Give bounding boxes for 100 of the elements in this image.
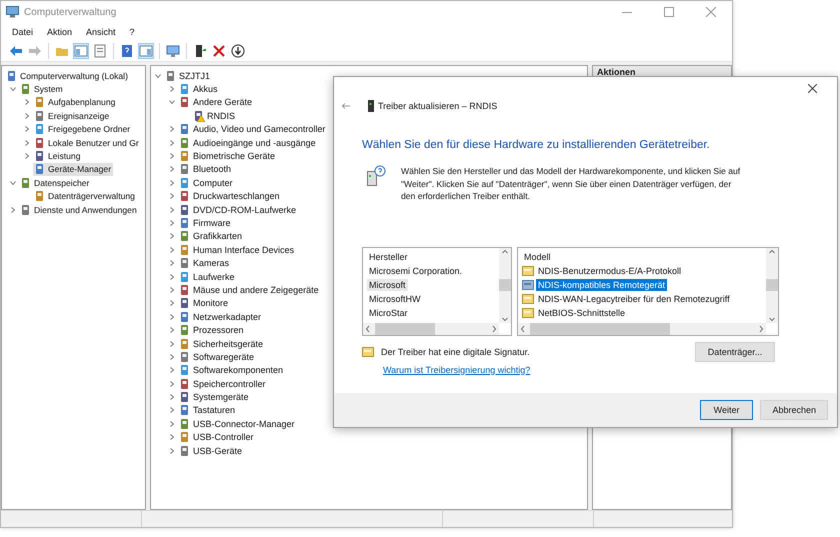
chevron-icon[interactable] bbox=[24, 126, 30, 132]
vertical-scrollbar[interactable] bbox=[766, 248, 778, 322]
scroll-left-icon[interactable] bbox=[520, 324, 526, 332]
vertical-scrollbar[interactable] bbox=[499, 248, 511, 322]
chevron-icon[interactable] bbox=[168, 407, 174, 414]
scroll-down-icon[interactable] bbox=[502, 314, 508, 322]
chevron-icon[interactable] bbox=[168, 327, 174, 334]
tree-item[interactable]: Laufwerke bbox=[178, 270, 237, 284]
list-item[interactable]: MicroStar bbox=[367, 306, 410, 318]
chevron-icon[interactable] bbox=[168, 206, 174, 213]
tree-item[interactable]: Ereignisanzeige bbox=[33, 109, 112, 122]
chevron-icon[interactable] bbox=[168, 180, 174, 186]
menu-item[interactable]: Datei bbox=[7, 26, 38, 38]
close-icon[interactable] bbox=[808, 84, 816, 92]
download-icon[interactable] bbox=[230, 43, 246, 59]
chevron-icon[interactable] bbox=[168, 394, 174, 400]
chevron-icon[interactable] bbox=[10, 180, 16, 186]
tree-item[interactable]: System bbox=[19, 82, 65, 96]
delete-icon[interactable] bbox=[211, 43, 227, 59]
chevron-icon[interactable] bbox=[168, 420, 174, 427]
tree-item[interactable]: Andere Geräte bbox=[178, 96, 254, 109]
menu-item[interactable]: Ansicht bbox=[81, 26, 121, 38]
tree-item[interactable]: Biometrische Geräte bbox=[178, 150, 278, 163]
chevron-icon[interactable] bbox=[168, 193, 174, 200]
horizontal-scrollbar[interactable] bbox=[363, 322, 499, 334]
tree-view-icon[interactable] bbox=[73, 43, 89, 59]
list-item[interactable]: MicrosoftHW bbox=[367, 292, 422, 304]
chevron-icon[interactable] bbox=[168, 286, 174, 293]
tree-item[interactable]: Computer bbox=[178, 176, 235, 190]
chevron-icon[interactable] bbox=[168, 314, 174, 320]
tree-item[interactable]: Softwaregeräte bbox=[178, 350, 256, 364]
chevron-icon[interactable] bbox=[10, 86, 16, 92]
chevron-icon[interactable] bbox=[168, 300, 174, 306]
scroll-left-icon[interactable] bbox=[365, 324, 371, 332]
panel-view-icon[interactable] bbox=[138, 43, 154, 59]
tree-item[interactable]: Aufgabenplanung bbox=[33, 96, 118, 109]
tree-item[interactable]: Audioeingänge und -ausgänge bbox=[178, 136, 318, 150]
dialog-button[interactable]: Abbrechen bbox=[760, 400, 828, 420]
tree-item[interactable]: Kameras bbox=[178, 256, 232, 270]
tree-item[interactable]: Monitore bbox=[178, 296, 230, 310]
chevron-icon[interactable] bbox=[24, 112, 30, 119]
tree-item[interactable]: Computerverwaltung (Lokal) bbox=[5, 69, 130, 82]
list-item[interactable]: NetBIOS-Schnittstelle bbox=[536, 306, 628, 318]
chevron-icon[interactable] bbox=[168, 448, 174, 454]
signature-link[interactable]: Warum ist Treibersignierung wichtig? bbox=[383, 364, 530, 374]
tree-item[interactable]: Audio, Video und Gamecontroller bbox=[178, 122, 328, 136]
chevron-icon[interactable] bbox=[168, 274, 174, 280]
tree-item[interactable]: DVD/CD-ROM-Laufwerke bbox=[178, 203, 298, 216]
tree-item[interactable]: Netzwerkadapter bbox=[178, 310, 264, 324]
chevron-icon[interactable] bbox=[168, 246, 174, 253]
help-icon[interactable] bbox=[119, 43, 135, 59]
chevron-icon[interactable] bbox=[168, 434, 174, 440]
tree-item[interactable]: Druckwarteschlangen bbox=[178, 190, 282, 203]
scroll-up-icon[interactable] bbox=[502, 248, 508, 256]
tree-item[interactable]: Tastaturen bbox=[178, 404, 238, 417]
tree-item[interactable]: USB-Connector-Manager bbox=[178, 417, 297, 430]
tree-item[interactable]: Dienste und Anwendungen bbox=[19, 203, 139, 216]
menu-item[interactable]: ? bbox=[124, 26, 140, 38]
scroll-thumb[interactable] bbox=[499, 279, 511, 291]
maximize-icon[interactable] bbox=[664, 7, 674, 17]
chevron-icon[interactable] bbox=[24, 153, 30, 160]
tree-item[interactable]: Prozessoren bbox=[178, 324, 246, 337]
list-item[interactable]: Microsemi Corporation. bbox=[367, 264, 464, 276]
list-item[interactable]: NDIS-Benutzermodus-E/A-Protokoll bbox=[536, 264, 684, 276]
back-arrow-icon[interactable] bbox=[342, 103, 350, 109]
tree-item[interactable]: Softwarekomponenten bbox=[178, 364, 286, 377]
chevron-icon[interactable] bbox=[154, 72, 160, 79]
scroll-right-icon[interactable] bbox=[491, 324, 497, 332]
tree-item[interactable]: Leistung bbox=[33, 150, 82, 163]
list-item[interactable]: Microsoft bbox=[367, 278, 408, 290]
tree-item[interactable]: Speichercontroller bbox=[178, 377, 268, 390]
tree-item[interactable]: RNDIS bbox=[192, 109, 238, 122]
horizontal-scrollbar[interactable] bbox=[518, 322, 766, 334]
chevron-icon[interactable] bbox=[10, 206, 16, 213]
chevron-icon[interactable] bbox=[168, 99, 174, 106]
chevron-icon[interactable] bbox=[168, 354, 174, 360]
tree-item[interactable]: Freigegebene Ordner bbox=[33, 122, 132, 136]
tree-item[interactable]: Grafikkarten bbox=[178, 230, 244, 243]
properties-icon[interactable] bbox=[92, 43, 108, 59]
list-box[interactable]: Hersteller Microsemi Corporation. Microsoft MicrosoftHW MicroStar bbox=[362, 246, 512, 336]
chevron-icon[interactable] bbox=[168, 126, 174, 132]
tree-item[interactable]: Mäuse und andere Zeigegeräte bbox=[178, 283, 321, 296]
chevron-icon[interactable] bbox=[168, 233, 174, 240]
tree-item[interactable]: Human Interface Devices bbox=[178, 243, 296, 256]
scroll-up-icon[interactable] bbox=[769, 248, 775, 256]
tree-item[interactable]: Firmware bbox=[178, 216, 232, 230]
chevron-icon[interactable] bbox=[24, 99, 30, 106]
tree-item[interactable]: Lokale Benutzer und Gr bbox=[33, 136, 141, 150]
list-item[interactable]: NDIS-kompatibles Remotegerät bbox=[536, 278, 668, 290]
chevron-icon[interactable] bbox=[168, 260, 174, 266]
tree-item[interactable]: Systemgeräte bbox=[178, 390, 251, 404]
dialog-button[interactable]: Weiter bbox=[700, 400, 754, 420]
scroll-down-icon[interactable] bbox=[769, 314, 775, 322]
tree-item[interactable]: Datenträgerverwaltung bbox=[33, 190, 137, 203]
tree-item[interactable]: USB-Geräte bbox=[178, 444, 244, 458]
disk-button[interactable]: Datenträger... bbox=[695, 342, 775, 362]
list-item[interactable]: NDIS-WAN-Legacytreiber für den Remotezugriff bbox=[536, 292, 732, 304]
chevron-icon[interactable] bbox=[168, 340, 174, 346]
chevron-icon[interactable] bbox=[24, 140, 30, 146]
chevron-icon[interactable] bbox=[168, 153, 174, 160]
